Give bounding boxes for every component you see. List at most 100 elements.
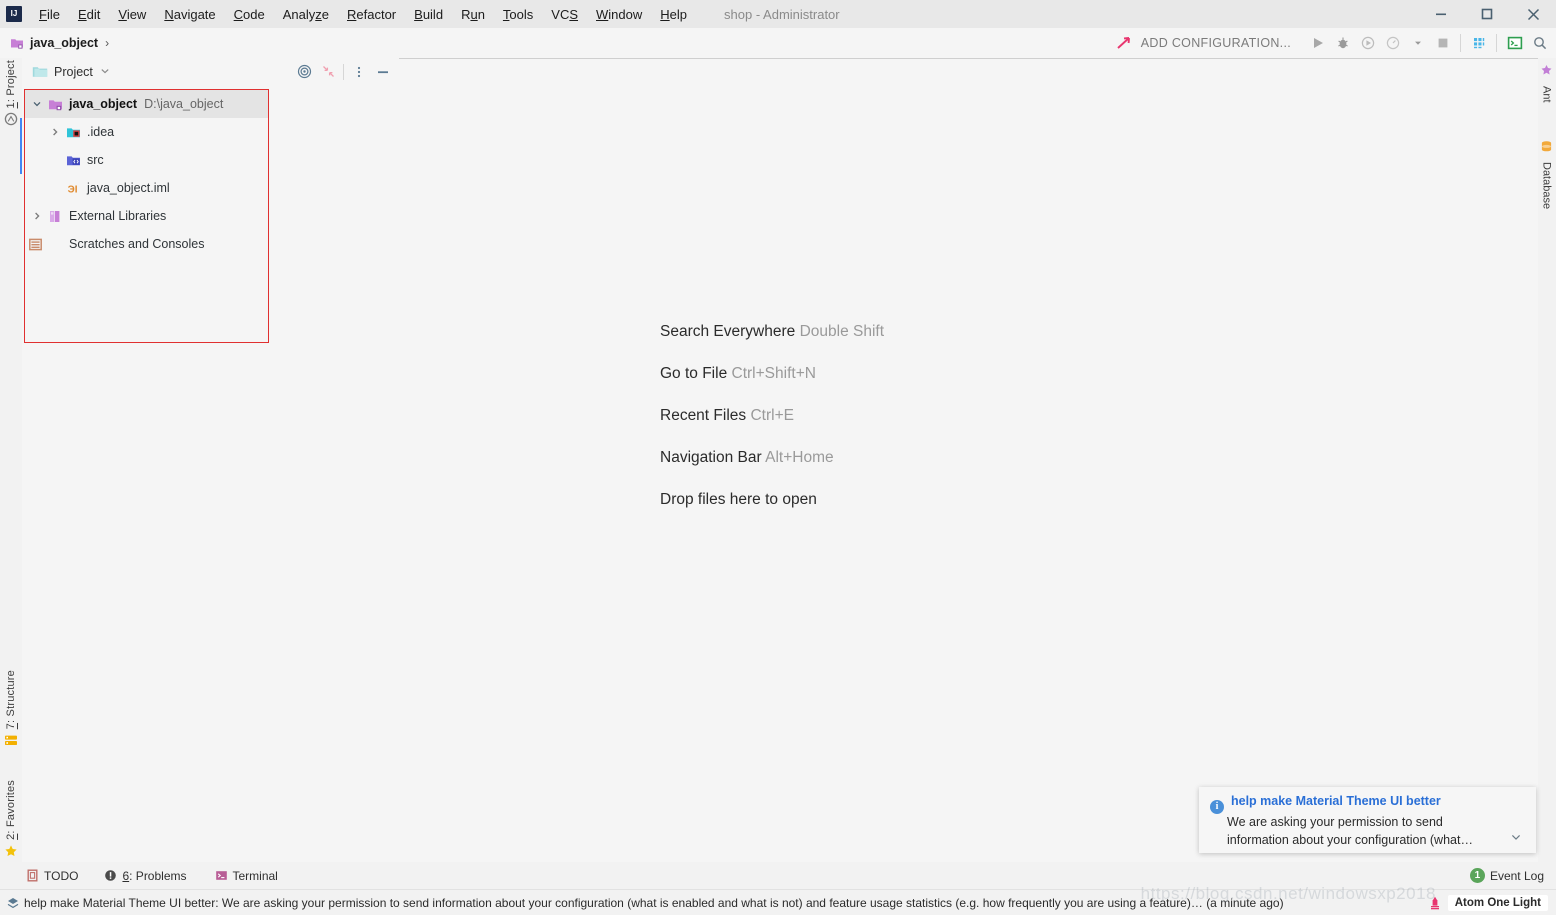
- svg-text:ЭI: ЭI: [68, 184, 78, 195]
- navbar-toolbar: ADD CONFIGURATION...: [1111, 28, 1552, 58]
- terminal-button[interactable]: [1502, 30, 1527, 56]
- tree-item-external-libraries[interactable]: External Libraries: [25, 202, 268, 230]
- tree-item-label: External Libraries: [69, 209, 167, 223]
- theme-icon: [1428, 896, 1442, 911]
- chevron-right-icon[interactable]: [45, 127, 65, 137]
- tree-item-src[interactable]: src: [25, 146, 268, 174]
- menu-window[interactable]: Window: [588, 4, 650, 25]
- minus-icon[interactable]: [371, 60, 395, 84]
- database-icon: [1540, 140, 1553, 158]
- target-icon[interactable]: [292, 60, 316, 84]
- run-config-arrow-icon: [1115, 34, 1133, 52]
- breadcrumb-label: java_object: [30, 36, 99, 50]
- chevron-right-icon-2[interactable]: [27, 211, 47, 221]
- tree-item-java-object[interactable]: java_object D:\java_object: [25, 90, 268, 118]
- hint-navigation-bar: Navigation Bar Alt+Home: [660, 449, 884, 467]
- toolbar-divider-2: [1496, 34, 1497, 52]
- hint-recent-files: Recent Files Ctrl+E: [660, 407, 884, 425]
- tree-item-idea[interactable]: .idea: [25, 118, 268, 146]
- sidebar-item-favorites[interactable]: 2: Favorites: [0, 780, 22, 863]
- sidebar-item-structure[interactable]: 7: Structure: [0, 670, 22, 751]
- bottom-button-terminal[interactable]: Terminal: [215, 869, 278, 883]
- tree-item-label: .idea: [87, 125, 115, 139]
- sidebar-item-project[interactable]: 1: Project: [0, 60, 22, 131]
- event-log-badge: 1: [1469, 868, 1485, 883]
- panel-divider: [343, 63, 344, 80]
- terminal-icon: [215, 869, 228, 882]
- tree-item-scratches-and-consoles[interactable]: Scratches and Consoles: [25, 230, 268, 258]
- menu-code[interactable]: Code: [226, 4, 273, 25]
- bottom-button-todo-label: TODO: [44, 868, 79, 883]
- sidebar-item-database[interactable]: Database: [1540, 140, 1553, 209]
- menu-help[interactable]: Help: [652, 4, 695, 25]
- editor-hint-list: Search Everywhere Double Shift Go to Fil…: [660, 323, 884, 533]
- menu-analyze[interactable]: Analyze: [275, 4, 337, 25]
- module-folder-icon: [10, 36, 24, 50]
- run-with-coverage-button[interactable]: [1355, 30, 1380, 56]
- hint-shortcut: Alt+Home: [765, 449, 834, 466]
- tree-item-label: Scratches and Consoles: [69, 237, 205, 251]
- hint-action: Navigation Bar: [660, 449, 762, 466]
- hint-drop-files: Drop files here to open: [660, 491, 884, 509]
- profiler-button[interactable]: [1380, 30, 1405, 56]
- tree-item-label: src: [87, 153, 104, 167]
- stop-button[interactable]: [1430, 30, 1455, 56]
- breadcrumb[interactable]: java_object ›: [10, 36, 109, 50]
- run-button[interactable]: [1305, 30, 1330, 56]
- search-button[interactable]: [1527, 30, 1552, 56]
- menu-build[interactable]: Build: [406, 4, 451, 25]
- info-icon: i: [1210, 800, 1224, 814]
- menu-run[interactable]: Run: [453, 4, 493, 25]
- bottom-button-problems[interactable]: 6: Problems: [104, 869, 187, 883]
- app-grid-button[interactable]: [1466, 30, 1491, 56]
- vertical-dots-icon[interactable]: [347, 60, 371, 84]
- editor-empty-area: Search Everywhere Double Shift Go to Fil…: [399, 58, 1538, 863]
- event-log-button[interactable]: 1 Event Log: [1469, 862, 1544, 889]
- menu-tools[interactable]: Tools: [495, 4, 541, 25]
- toolbar-divider: [1460, 34, 1461, 52]
- left-tool-strip: 1: Project 7: Structure 2: Favorites: [0, 58, 23, 912]
- status-message: help make Material Theme UI better: We a…: [24, 896, 1284, 910]
- chevron-down-icon[interactable]: [27, 99, 47, 109]
- add-configuration-button[interactable]: ADD CONFIGURATION...: [1141, 36, 1291, 50]
- libraries-icon: [47, 209, 64, 224]
- menu-view[interactable]: View: [110, 4, 154, 25]
- menu-edit[interactable]: Edit: [70, 4, 108, 25]
- editor-vertical-scrollbar[interactable]: [1528, 59, 1538, 863]
- project-icon: [4, 112, 18, 131]
- title-bar: IJ File Edit View Navigate Code Analyze …: [0, 0, 1556, 28]
- bottom-button-todo[interactable]: TODO: [26, 869, 78, 883]
- menu-navigate[interactable]: Navigate: [156, 4, 223, 25]
- tree-item-label: java_object.iml: [87, 181, 170, 195]
- collapse-all-icon[interactable]: [316, 60, 340, 84]
- tree-item-java-object-iml[interactable]: ЭI java_object.iml: [25, 174, 268, 202]
- hint-shortcut: Ctrl+Shift+N: [731, 365, 816, 382]
- hint-shortcut: Ctrl+E: [750, 407, 794, 424]
- project-panel-actions: [292, 58, 395, 85]
- star-icon: [4, 844, 18, 863]
- sidebar-item-ant[interactable]: Ant: [1540, 64, 1553, 103]
- status-bar-right: Atom One Light: [1428, 890, 1548, 915]
- close-button[interactable]: [1510, 0, 1556, 28]
- menu-file[interactable]: File: [31, 4, 68, 25]
- debug-button[interactable]: [1330, 30, 1355, 56]
- menu-refactor[interactable]: Refactor: [339, 4, 404, 25]
- window-title: shop - Administrator: [724, 6, 840, 22]
- window-controls: [1418, 0, 1556, 28]
- structure-icon: [4, 733, 18, 751]
- source-folder-icon: [65, 153, 82, 168]
- minimize-button[interactable]: [1418, 0, 1464, 28]
- profiler-dropdown-chevron-down-icon[interactable]: [1405, 30, 1430, 56]
- bottom-tool-bar: TODO 6: Problems Terminal 1 Event Log: [0, 862, 1556, 889]
- project-panel-header: Project: [22, 58, 399, 85]
- menu-vcs[interactable]: VCS: [543, 4, 586, 25]
- project-panel-title: Project: [54, 64, 93, 79]
- app-logo-icon: IJ: [6, 6, 22, 22]
- maximize-button[interactable]: [1464, 0, 1510, 28]
- project-tree: java_object D:\java_object .idea src ЭI …: [24, 89, 269, 343]
- theme-switch-button[interactable]: Atom One Light: [1447, 895, 1548, 911]
- notification-balloon[interactable]: i help make Material Theme UI better We …: [1199, 787, 1536, 853]
- chevron-down-icon[interactable]: [100, 63, 110, 81]
- notification-title: help make Material Theme UI better: [1231, 794, 1441, 808]
- chevron-down-icon[interactable]: [1510, 830, 1522, 848]
